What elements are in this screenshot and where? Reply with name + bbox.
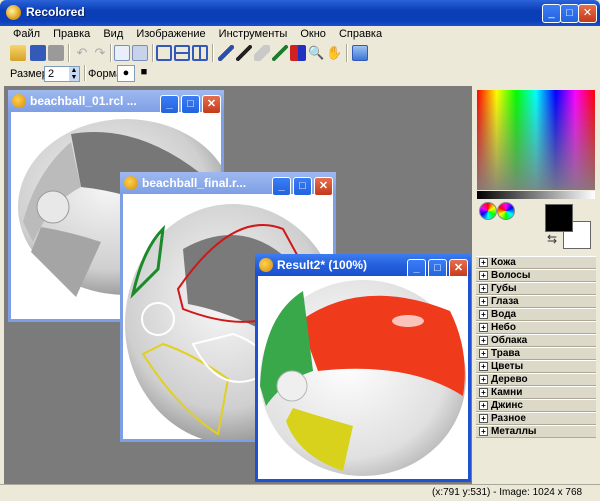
status-bar: (x:791 y:531) - Image: 1024 x 768: [0, 484, 600, 501]
document-icon: [124, 176, 138, 190]
workspace[interactable]: beachball_01.rcl ... _ □ ✕ beachball_fin…: [4, 86, 472, 484]
layout-icon[interactable]: [156, 45, 172, 61]
spinner-arrows-icon[interactable]: ▲ ▼: [69, 67, 79, 81]
tile-horizontal-icon[interactable]: [174, 45, 190, 61]
palette-category[interactable]: + Дерево: [476, 373, 596, 386]
menu-view[interactable]: Вид: [98, 26, 128, 42]
status-text: (x:791 y:531) - Image: 1024 x 768: [432, 487, 583, 498]
foreground-color-swatch[interactable]: [545, 204, 573, 232]
palette-category[interactable]: + Разное: [476, 412, 596, 425]
fill-icon[interactable]: [290, 45, 306, 61]
menu-image[interactable]: Изображение: [131, 26, 210, 42]
color-panel: ⇆ + Кожа + Волосы + Губы + Глаза + Вода + Небо…: [475, 86, 597, 484]
color-spectrum[interactable]: [477, 90, 595, 190]
palette-category[interactable]: + Трава: [476, 347, 596, 360]
size-spinner[interactable]: 2 ▲ ▼: [44, 66, 80, 82]
palette-category[interactable]: + Кожа: [476, 256, 596, 269]
palette-category[interactable]: + Небо: [476, 321, 596, 334]
export-icon[interactable]: [352, 45, 368, 61]
grayscale-strip[interactable]: [477, 191, 595, 199]
color-wheel-icon[interactable]: [479, 202, 497, 220]
title-bar[interactable]: Recolored _ □ ✕: [0, 0, 600, 26]
undo-icon[interactable]: ↶: [74, 45, 90, 61]
hand-icon[interactable]: ✋: [326, 45, 342, 61]
options-bar: Размер 2 ▲ ▼ Форма ● ■: [4, 65, 596, 83]
beachball-result-image: [258, 276, 468, 479]
app-window: Recolored _ □ ✕ Файл Правка Вид Изображе…: [0, 0, 600, 501]
maximize-button[interactable]: □: [560, 4, 579, 23]
minimize-button[interactable]: _: [542, 4, 561, 23]
menu-help[interactable]: Справка: [334, 26, 387, 42]
document-icon: [259, 258, 273, 272]
document-title-bar[interactable]: Result2* (100%) _ □ ✕: [255, 254, 471, 278]
shape-circle-button[interactable]: ●: [117, 65, 135, 82]
shape-square-button[interactable]: ■: [136, 65, 152, 80]
toolbar: ↶ ↷ 🔍 ✋: [4, 43, 596, 64]
print-icon[interactable]: [48, 45, 64, 61]
redo-icon[interactable]: ↷: [92, 45, 108, 61]
document-title-bar[interactable]: beachball_final.r... _ □ ✕: [120, 172, 336, 196]
palette-category[interactable]: + Облака: [476, 334, 596, 347]
size-value[interactable]: 2: [48, 68, 54, 80]
swap-colors-icon[interactable]: ⇆: [547, 232, 557, 246]
menu-tools[interactable]: Инструменты: [214, 26, 293, 42]
palette-category[interactable]: + Цветы: [476, 360, 596, 373]
eyedropper-icon[interactable]: [272, 45, 288, 61]
zoom-icon[interactable]: 🔍: [308, 45, 324, 61]
document-title: Result2* (100%): [277, 258, 368, 272]
palette-category[interactable]: + Камни: [476, 386, 596, 399]
palette-category[interactable]: + Губы: [476, 282, 596, 295]
app-icon: [6, 5, 21, 20]
save-icon[interactable]: [30, 45, 46, 61]
palette-category[interactable]: + Вода: [476, 308, 596, 321]
palette-category-list: + Кожа + Волосы + Губы + Глаза + Вода + Небо +…: [476, 256, 596, 484]
menu-bar: Файл Правка Вид Изображение Инструменты …: [0, 26, 600, 43]
document-window-3[interactable]: Result2* (100%) _ □ ✕: [255, 254, 471, 482]
pen-icon[interactable]: [236, 45, 252, 61]
document-title: beachball_final.r...: [142, 176, 247, 190]
menu-edit[interactable]: Правка: [48, 26, 95, 42]
document-title: beachball_01.rcl ...: [30, 94, 137, 108]
open-icon[interactable]: [10, 45, 26, 61]
app-title: Recolored: [26, 5, 85, 19]
size-label: Размер: [10, 68, 48, 80]
document-title-bar[interactable]: beachball_01.rcl ... _ □ ✕: [8, 90, 224, 114]
menu-window[interactable]: Окно: [295, 26, 331, 42]
color-picker-icon[interactable]: [497, 202, 515, 220]
paste-icon[interactable]: [132, 45, 148, 61]
close-button[interactable]: ✕: [578, 4, 597, 23]
palette-category[interactable]: + Металлы: [476, 425, 596, 438]
menu-file[interactable]: Файл: [8, 26, 45, 42]
tile-vertical-icon[interactable]: [192, 45, 208, 61]
brush-icon[interactable]: [218, 45, 234, 61]
eraser-icon[interactable]: [254, 45, 270, 61]
palette-category[interactable]: + Джинс: [476, 399, 596, 412]
copy-icon[interactable]: [114, 45, 130, 61]
palette-category[interactable]: + Волосы: [476, 269, 596, 282]
document-icon: [12, 94, 26, 108]
palette-category[interactable]: + Глаза: [476, 295, 596, 308]
